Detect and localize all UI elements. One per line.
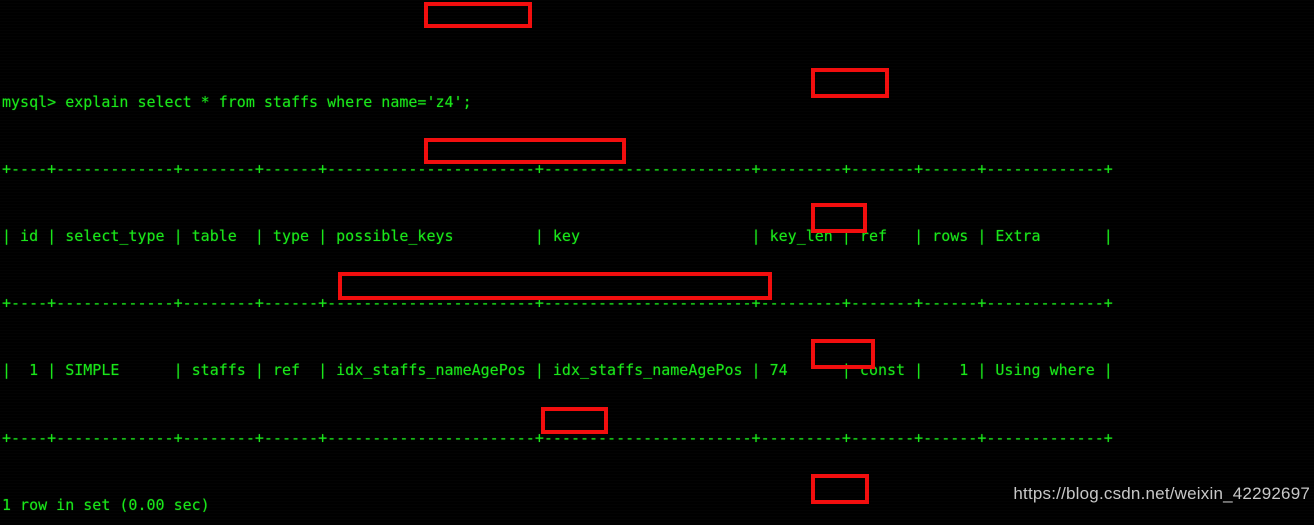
block-1-command: mysql> explain select * from staffs wher… (2, 92, 472, 111)
mysql-terminal-window[interactable]: mysql> explain select * from staffs wher… (0, 0, 1314, 525)
terminal-screen: mysql> explain select * from staffs wher… (2, 1, 1221, 525)
block-1-sep-top: +----+-------------+--------+------+----… (2, 159, 1113, 178)
block-1-sep-bot: +----+-------------+--------+------+----… (2, 428, 1113, 447)
block-1-header: | id | select_type | table | type | poss… (2, 227, 1113, 246)
csdn-watermark: https://blog.csdn.net/weixin_42292697 (1013, 483, 1310, 503)
block-1-row: | 1 | SIMPLE | staffs | ref | idx_staffs… (2, 361, 1113, 380)
block-1-sep-mid: +----+-------------+--------+------+----… (2, 294, 1113, 313)
